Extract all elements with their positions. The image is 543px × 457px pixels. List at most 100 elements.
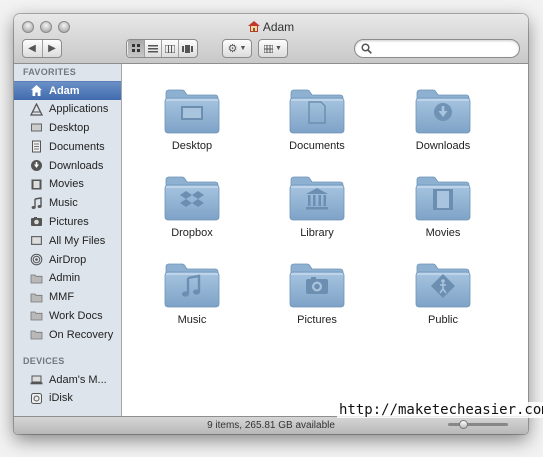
sidebar-item-label: On Recovery	[49, 328, 114, 341]
music-folder-icon	[142, 261, 242, 309]
sidebar-item-label: AirDrop	[49, 253, 87, 266]
sidebar-item-adam-s-m[interactable]: Adam's M...	[14, 370, 121, 389]
sidebar-item-documents[interactable]: Documents	[14, 137, 121, 156]
movies-icon	[30, 178, 43, 191]
status-bar: 9 items, 265.81 GB available	[14, 416, 528, 434]
folder-desktop[interactable]: Desktop	[142, 87, 242, 167]
folder-label: Movies	[425, 227, 461, 239]
sidebar-item-downloads[interactable]: Downloads	[14, 156, 121, 175]
desktop-icon	[30, 121, 43, 134]
coverflow-view-button[interactable]	[179, 40, 196, 57]
folder-label: Music	[177, 314, 207, 326]
window-title-text: Adam	[262, 20, 295, 34]
back-button[interactable]: ◀	[23, 40, 43, 57]
sidebar-item-movies[interactable]: Movies	[14, 175, 121, 194]
chevron-right-icon: ▶	[48, 43, 56, 54]
home-icon	[30, 84, 43, 97]
idisk-icon	[30, 392, 43, 405]
folder-downloads[interactable]: Downloads	[393, 87, 493, 167]
sidebar-item-pictures[interactable]: Pictures	[14, 213, 121, 232]
sidebar-item-all-my-files[interactable]: All My Files	[14, 231, 121, 250]
sidebar-item-label: Adam	[49, 84, 80, 97]
list-view-button[interactable]	[145, 40, 162, 57]
applications-icon	[30, 102, 43, 116]
sidebar-item-label: Admin	[49, 272, 81, 285]
documents-icon	[30, 140, 43, 153]
sidebar-item-label: Pictures	[49, 215, 89, 228]
sidebar: FAVORITES Adam Applications Desktop Documen…	[14, 64, 122, 416]
sidebar-item-adam[interactable]: Adam	[14, 81, 121, 100]
sidebar-item-applications[interactable]: Applications	[14, 100, 121, 119]
sidebar-item-label: Documents	[49, 140, 105, 153]
back-forward-control: ◀ ▶	[22, 39, 62, 58]
icon-size-slider[interactable]	[448, 420, 508, 429]
search-icon	[361, 43, 372, 54]
forward-button[interactable]: ▶	[43, 40, 62, 57]
devices-header: DEVICES	[23, 356, 65, 367]
sidebar-item-label: Applications	[49, 103, 109, 116]
sidebar-item-desktop[interactable]: Desktop	[14, 119, 121, 138]
pictures-folder-icon	[267, 261, 367, 309]
sidebar-item-idisk[interactable]: iDisk	[14, 389, 121, 408]
sidebar-item-label: iDisk	[49, 392, 73, 405]
laptop-icon	[30, 373, 43, 386]
folder-music[interactable]: Music	[142, 261, 242, 341]
sidebar-item-label: Desktop	[49, 121, 90, 134]
titlebar[interactable]: Adam ◀ ▶ ⚙ ▼ ▼	[14, 14, 528, 64]
slider-knob[interactable]	[459, 420, 468, 429]
search-input[interactable]	[373, 41, 513, 56]
gear-icon: ⚙	[227, 43, 238, 55]
dropbox-folder-icon	[142, 174, 242, 222]
folder-documents[interactable]: Documents	[267, 87, 367, 167]
icon-view-icon	[131, 44, 140, 52]
search-field[interactable]	[354, 39, 520, 58]
coverflow-view-icon	[182, 44, 193, 53]
chevron-down-icon: ▼	[275, 45, 282, 52]
status-text: 9 items, 265.81 GB available	[207, 420, 335, 431]
music-icon	[30, 196, 43, 210]
finder-window: Adam ◀ ▶ ⚙ ▼ ▼ FAVORITES Adam Applicatio…	[14, 14, 528, 434]
column-view-button[interactable]	[162, 40, 179, 57]
arrange-menu-button[interactable]: ▼	[258, 39, 288, 58]
airdrop-icon	[30, 253, 43, 266]
watermark-url: http://maketecheasier.com	[337, 402, 543, 418]
folder-pictures[interactable]: Pictures	[267, 261, 367, 341]
icon-view-button[interactable]	[128, 40, 145, 57]
folder-label: Desktop	[171, 140, 213, 152]
sidebar-item-airdrop[interactable]: AirDrop	[14, 250, 121, 269]
movies-folder-icon	[393, 174, 493, 222]
library-folder-icon	[267, 174, 367, 222]
window-title: Adam	[14, 20, 528, 35]
sidebar-item-label: MMF	[49, 291, 75, 304]
action-menu-button[interactable]: ⚙ ▼	[222, 39, 252, 58]
desktop-folder-icon	[142, 87, 242, 135]
folder-icon	[30, 328, 43, 341]
documents-folder-icon	[267, 87, 367, 135]
sidebar-item-on-recovery[interactable]: On Recovery	[14, 325, 121, 344]
sidebar-item-music[interactable]: Music	[14, 194, 121, 213]
folder-label: Public	[428, 314, 458, 326]
folder-movies[interactable]: Movies	[393, 174, 493, 254]
downloads-icon	[30, 159, 43, 172]
sidebar-item-label: Downloads	[49, 159, 104, 172]
sidebar-item-label: Adam's M...	[49, 373, 107, 386]
pictures-icon	[30, 215, 43, 228]
sidebar-item-label: All My Files	[49, 234, 106, 247]
sidebar-item-label: Music	[49, 197, 78, 210]
folder-dropbox[interactable]: Dropbox	[142, 174, 242, 254]
file-browser: Desktop Documents Downloads Dropbox Libr…	[122, 64, 528, 416]
grid-icon	[264, 44, 274, 53]
folder-label: Library	[300, 227, 334, 239]
folder-library[interactable]: Library	[267, 174, 367, 254]
chevron-down-icon: ▼	[239, 45, 247, 52]
sidebar-item-mmf[interactable]: MMF	[14, 288, 121, 307]
folder-label: Dropbox	[171, 227, 213, 239]
folder-public[interactable]: Public	[393, 261, 493, 341]
sidebar-item-admin[interactable]: Admin	[14, 269, 121, 288]
sidebar-item-work-docs[interactable]: Work Docs	[14, 307, 121, 326]
folder-icon	[30, 309, 43, 322]
downloads-folder-icon	[393, 87, 493, 135]
column-view-icon	[165, 44, 175, 53]
folder-label: Documents	[289, 140, 345, 152]
sidebar-item-label: Movies	[49, 178, 84, 191]
